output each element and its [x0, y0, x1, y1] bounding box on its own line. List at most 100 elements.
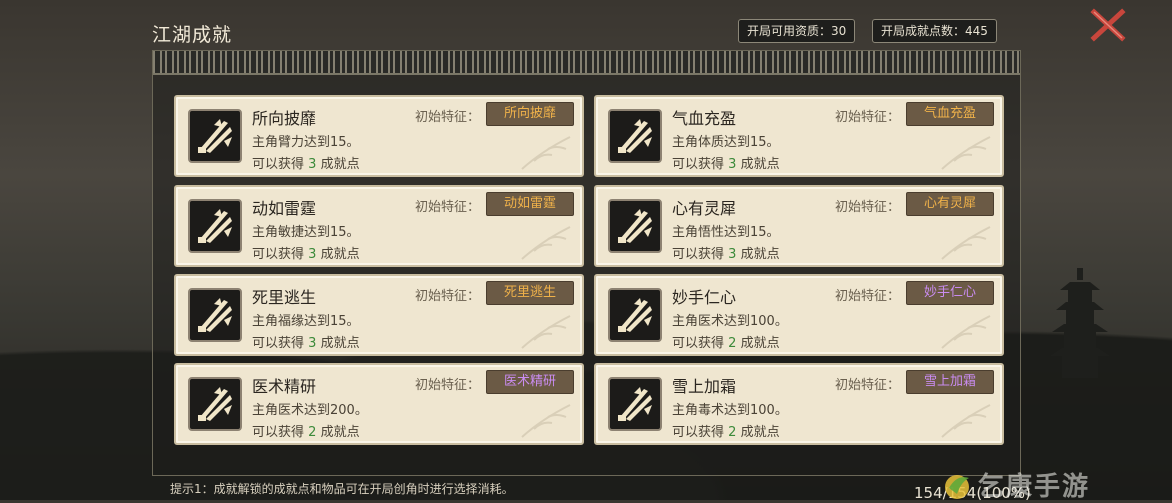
initial-trait-badge: 医术精研 [486, 370, 574, 394]
achievement-name: 动如雷霆 [252, 199, 317, 218]
reward-prefix: 可以获得 [252, 425, 305, 440]
reward-prefix: 可以获得 [252, 247, 305, 262]
achievement-reward: 可以获得 3 成就点 [252, 153, 360, 172]
bamboo-decoration-icon [941, 315, 991, 349]
achievement-reward: 可以获得 3 成就点 [672, 153, 780, 172]
achievement-requirement: 主角医术达到200。 [252, 403, 368, 418]
achievement-card[interactable]: 雪上加霜 主角毒术达到100。 可以获得 2 成就点 初始特征： 雪上加霜 [594, 363, 1004, 445]
achievement-card[interactable]: 动如雷霆 主角敏捷达到15。 可以获得 3 成就点 初始特征： 动如雷霆 [174, 185, 584, 267]
achievement-reward: 可以获得 3 成就点 [252, 332, 360, 351]
reward-points: 2 [308, 425, 317, 440]
achievement-card[interactable]: 医术精研 主角医术达到200。 可以获得 2 成就点 初始特征： 医术精研 [174, 363, 584, 445]
initial-trait-badge: 心有灵犀 [906, 192, 994, 216]
initial-trait-badge: 动如雷霆 [486, 192, 574, 216]
start-points-label: 开局可用资质： [747, 24, 832, 38]
achievement-icon-frame [188, 199, 242, 253]
achievement-icon-frame [608, 377, 662, 431]
reward-suffix: 成就点 [320, 157, 360, 172]
achievement-requirement: 主角悟性达到15。 [672, 225, 780, 240]
reward-points: 2 [728, 336, 737, 351]
achievement-name: 死里逃生 [252, 288, 317, 307]
reward-points: 3 [308, 336, 317, 351]
initial-trait-badge: 所向披靡 [486, 102, 574, 126]
achievement-name: 气血充盈 [672, 109, 737, 128]
achievement-card[interactable]: 妙手仁心 主角医术达到100。 可以获得 2 成就点 初始特征： 妙手仁心 [594, 274, 1004, 356]
achievement-name: 心有灵犀 [672, 199, 737, 218]
reward-suffix: 成就点 [740, 247, 780, 262]
sword-slash-icon [198, 209, 232, 243]
bamboo-decoration-icon [521, 404, 571, 438]
achievement-icon-frame [188, 109, 242, 163]
initial-trait-label: 初始特征： [834, 200, 900, 215]
reward-prefix: 可以获得 [672, 336, 725, 351]
bamboo-decoration-icon [521, 136, 571, 170]
achievement-reward: 可以获得 3 成就点 [252, 243, 360, 262]
achievement-icon-frame [188, 377, 242, 431]
initial-trait-label: 初始特征： [414, 289, 480, 304]
start-points-value: 30 [831, 24, 847, 38]
reward-suffix: 成就点 [740, 157, 780, 172]
reward-points: 2 [728, 425, 737, 440]
reward-suffix: 成就点 [320, 425, 360, 440]
achievement-icon-frame [608, 109, 662, 163]
achievement-card[interactable]: 所向披靡 主角臂力达到15。 可以获得 3 成就点 初始特征： 所向披靡 [174, 95, 584, 177]
reward-points: 3 [308, 157, 317, 172]
sword-slash-icon [618, 209, 652, 243]
page-title: 江湖成就 [152, 24, 233, 46]
initial-trait-badge: 气血充盈 [906, 102, 994, 126]
watermark-logo-icon [945, 475, 969, 499]
close-button[interactable] [1088, 6, 1128, 44]
reward-suffix: 成就点 [740, 425, 780, 440]
sword-slash-icon [618, 387, 652, 421]
reward-prefix: 可以获得 [672, 247, 725, 262]
reward-points: 3 [308, 247, 317, 262]
initial-trait-label: 初始特征： [414, 378, 480, 393]
achievement-card[interactable]: 心有灵犀 主角悟性达到15。 可以获得 3 成就点 初始特征： 心有灵犀 [594, 185, 1004, 267]
achievement-reward: 可以获得 2 成就点 [252, 421, 360, 440]
panel-border-pattern [153, 51, 1020, 75]
watermark-text: 乞康手游 [978, 472, 1091, 502]
bamboo-decoration-icon [941, 404, 991, 438]
achievement-points-value: 445 [965, 24, 988, 38]
achievement-requirement: 主角毒术达到100。 [672, 403, 788, 418]
reward-points: 3 [728, 157, 737, 172]
achievement-points-stat: 开局成就点数：445 [872, 19, 997, 43]
reward-prefix: 可以获得 [252, 157, 305, 172]
initial-trait-label: 初始特征： [834, 110, 900, 125]
initial-trait-badge: 死里逃生 [486, 281, 574, 305]
reward-suffix: 成就点 [320, 247, 360, 262]
reward-suffix: 成就点 [320, 336, 360, 351]
achievement-card[interactable]: 死里逃生 主角福缘达到15。 可以获得 3 成就点 初始特征： 死里逃生 [174, 274, 584, 356]
achievement-requirement: 主角体质达到15。 [672, 135, 780, 150]
bamboo-decoration-icon [941, 136, 991, 170]
bamboo-decoration-icon [521, 315, 571, 349]
achievement-requirement: 主角臂力达到15。 [252, 135, 360, 150]
achievement-reward: 可以获得 2 成就点 [672, 332, 780, 351]
close-icon [1090, 8, 1126, 42]
initial-trait-label: 初始特征： [834, 378, 900, 393]
achievement-points-label: 开局成就点数： [881, 24, 966, 38]
achievement-requirement: 主角医术达到100。 [672, 314, 788, 329]
sword-slash-icon [198, 387, 232, 421]
achievement-name: 雪上加霜 [672, 377, 737, 396]
reward-points: 3 [728, 247, 737, 262]
sword-slash-icon [618, 119, 652, 153]
reward-prefix: 可以获得 [252, 336, 305, 351]
achievement-name: 妙手仁心 [672, 288, 737, 307]
achievement-icon-frame [608, 288, 662, 342]
achievement-requirement: 主角福缘达到15。 [252, 314, 360, 329]
achievement-card[interactable]: 气血充盈 主角体质达到15。 可以获得 3 成就点 初始特征： 气血充盈 [594, 95, 1004, 177]
initial-trait-label: 初始特征： [414, 110, 480, 125]
achievement-name: 医术精研 [252, 377, 317, 396]
bamboo-decoration-icon [521, 226, 571, 260]
reward-prefix: 可以获得 [672, 157, 725, 172]
achievement-reward: 可以获得 3 成就点 [672, 243, 780, 262]
pagoda-silhouette [1050, 268, 1110, 378]
initial-trait-label: 初始特征： [834, 289, 900, 304]
initial-trait-label: 初始特征： [414, 200, 480, 215]
bamboo-decoration-icon [941, 226, 991, 260]
achievement-name: 所向披靡 [252, 109, 317, 128]
sword-slash-icon [198, 119, 232, 153]
start-points-stat: 开局可用资质：30 [738, 19, 856, 43]
initial-trait-badge: 雪上加霜 [906, 370, 994, 394]
